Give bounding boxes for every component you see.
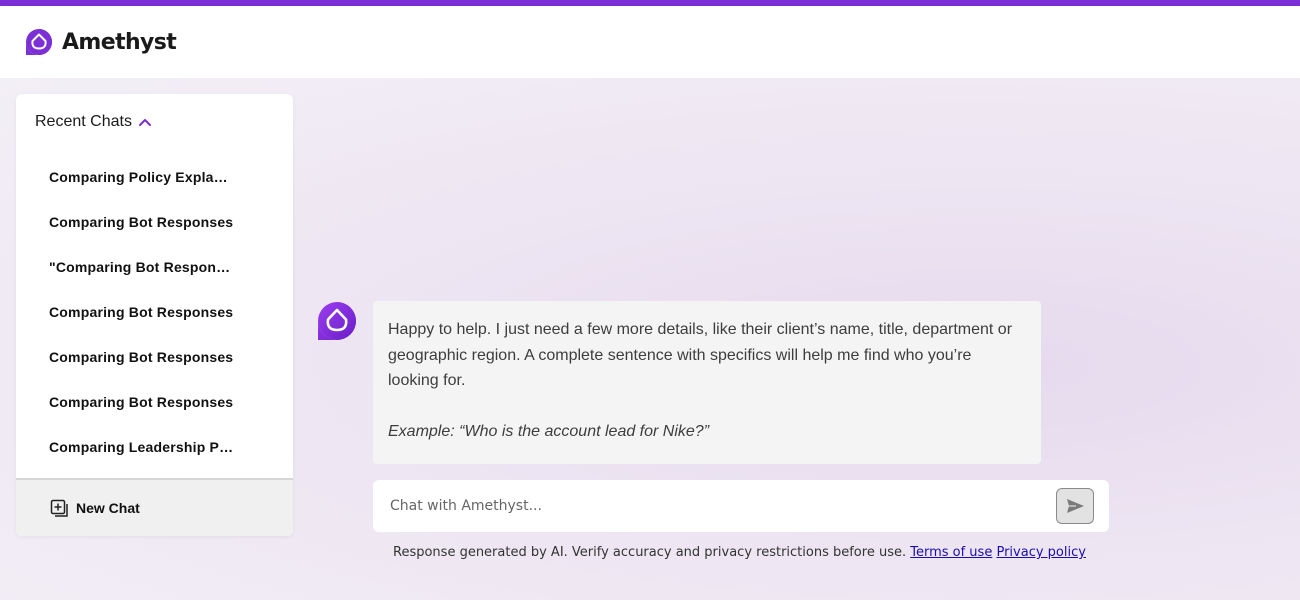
recent-chats-list: Comparing Policy Explanations Comparing … bbox=[16, 154, 293, 469]
recent-chat-label: Comparing Bot Responses bbox=[49, 213, 234, 230]
recent-chat-label: Comparing Leadership Profiles bbox=[49, 438, 235, 455]
send-button[interactable] bbox=[1056, 488, 1094, 524]
amethyst-logo-icon bbox=[26, 29, 52, 55]
privacy-policy-link[interactable]: Privacy policy bbox=[996, 545, 1085, 560]
recent-chat-item[interactable]: Comparing Policy Explanations bbox=[16, 154, 293, 199]
chat-input[interactable] bbox=[390, 494, 1040, 518]
recent-chats-sidebar: Recent Chats Comparing Policy Explanatio… bbox=[16, 94, 293, 536]
ai-disclaimer: Response generated by AI. Verify accurac… bbox=[393, 545, 1086, 565]
recent-chat-label: "Comparing Bot Responses" bbox=[49, 258, 235, 275]
recent-chat-label: Comparing Policy Explanations bbox=[49, 168, 235, 185]
disclaimer-text: Response generated by AI. Verify accurac… bbox=[393, 545, 907, 560]
recent-chat-label: Comparing Bot Responses bbox=[49, 348, 234, 365]
new-chat-label: New Chat bbox=[76, 500, 140, 516]
chevron-up-icon bbox=[138, 119, 151, 126]
recent-chat-item[interactable]: Comparing Leadership Profiles bbox=[16, 424, 293, 469]
chat-composer bbox=[373, 480, 1109, 532]
app-title: Amethyst bbox=[62, 29, 177, 55]
bot-message-text: Happy to help. I just need a few more de… bbox=[388, 321, 1013, 389]
app-header: Amethyst bbox=[0, 6, 1300, 78]
send-icon bbox=[1066, 499, 1084, 513]
bot-message-bubble: Happy to help. I just need a few more de… bbox=[373, 301, 1041, 464]
recent-chat-item[interactable]: Comparing Bot Responses bbox=[16, 289, 293, 334]
bot-message-example: Example: “Who is the account lead for Ni… bbox=[388, 422, 710, 440]
recent-chat-item[interactable]: Comparing Bot Responses bbox=[16, 199, 293, 244]
terms-of-use-link[interactable]: Terms of use bbox=[910, 545, 992, 560]
recent-chat-label: Comparing Bot Responses bbox=[49, 303, 234, 320]
recent-chat-item[interactable]: Comparing Bot Responses bbox=[16, 379, 293, 424]
recent-chat-item[interactable]: Comparing Bot Responses bbox=[16, 334, 293, 379]
plus-square-icon bbox=[50, 499, 68, 517]
recent-chat-item[interactable]: "Comparing Bot Responses" bbox=[16, 244, 293, 289]
recent-chats-toggle[interactable]: Recent Chats bbox=[35, 112, 152, 132]
amethyst-avatar-icon bbox=[318, 302, 356, 340]
new-chat-button[interactable]: New Chat bbox=[16, 478, 293, 536]
recent-chat-label: Comparing Bot Responses bbox=[49, 393, 234, 410]
recent-chats-title: Recent Chats bbox=[35, 113, 132, 130]
